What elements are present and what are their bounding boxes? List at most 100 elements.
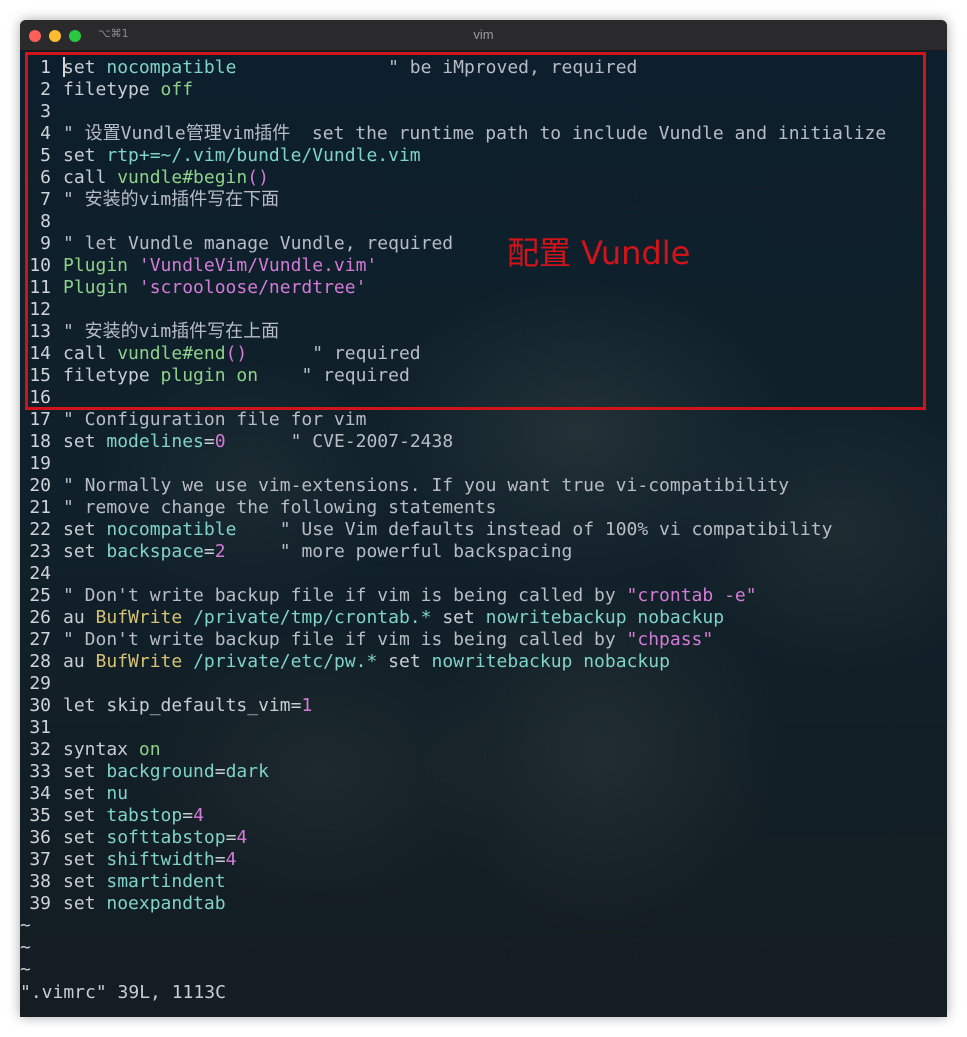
syntax-token: set [63,893,107,914]
syntax-token: set [63,871,107,892]
vundle-config-highlight-box [25,52,926,410]
vundle-config-annotation: 配置 Vundle [507,234,691,272]
line-text: set noexpandtab [51,893,226,915]
line-text: " Normally we use vim-extensions. If you… [51,475,789,497]
syntax-token: = [214,761,226,782]
code-line[interactable]: 24 [20,563,947,585]
line-text: " remove change the following statements [51,497,496,519]
code-line[interactable]: 35 set tabstop=4 [20,805,947,827]
line-number: 39 [29,893,51,914]
syntax-token: au [63,607,96,628]
syntax-token: set [63,761,107,782]
line-text: syntax on [51,739,161,761]
line-text [51,673,63,695]
syntax-token: 4 [236,827,248,848]
line-number: 28 [29,651,51,672]
line-number: 37 [29,849,51,870]
syntax-token: = [182,805,194,826]
syntax-token: /private/etc/pw.* [193,651,389,672]
syntax-token: nowritebackup nobackup [485,607,725,628]
syntax-token: /private/tmp/crontab.* [193,607,443,628]
syntax-token: set [388,651,432,672]
line-number: 19 [29,453,51,474]
code-line[interactable]: 28 au BufWrite /private/etc/pw.* set nowr… [20,651,947,673]
code-line[interactable]: 38 set smartindent [20,871,947,893]
line-text: set shiftwidth=4 [51,849,236,871]
syntax-token: " Normally we use vim-extensions. If you… [63,475,790,496]
code-line[interactable]: 31 [20,717,947,739]
syntax-token: = [214,849,226,870]
syntax-token: 2 [214,541,226,562]
line-number: 36 [29,827,51,848]
code-line[interactable]: 36 set softtabstop=4 [20,827,947,849]
line-text [51,453,63,475]
code-line[interactable]: 25 " Don't write backup file if vim is be… [20,585,947,607]
line-number: 23 [29,541,51,562]
syntax-token: = [203,541,215,562]
line-text: " Don't write backup file if vim is bein… [51,629,713,651]
code-line[interactable]: 26 au BufWrite /private/tmp/crontab.* set… [20,607,947,629]
line-number: 25 [29,585,51,606]
line-text [51,717,63,739]
line-number: 34 [29,783,51,804]
line-number: 21 [29,497,51,518]
syntax-token: 4 [193,805,204,826]
line-number: 35 [29,805,51,826]
window-title: vim [473,27,494,42]
code-line[interactable]: 37 set shiftwidth=4 [20,849,947,871]
code-line[interactable]: 33 set background=dark [20,761,947,783]
syntax-token: = [225,827,237,848]
line-number: 29 [29,673,51,694]
code-line[interactable]: 30 let skip_defaults_vim=1 [20,695,947,717]
code-line[interactable]: 39 set noexpandtab [20,893,947,915]
syntax-token: nu [106,783,129,804]
code-line[interactable]: 18 set modelines=0 " CVE-2007-2438 [20,431,947,453]
syntax-token: nocompatible [106,519,237,540]
empty-buffer-line: ~ [20,915,31,936]
code-line[interactable]: 17 " Configuration file for vim [20,409,947,431]
syntax-token: on [138,739,161,760]
code-line[interactable]: 19 [20,453,947,475]
syntax-token: smartindent [106,871,226,892]
code-line[interactable]: 22 set nocompatible " Use Vim defaults in… [20,519,947,541]
syntax-token: set [63,827,107,848]
code-line[interactable]: 21 " remove change the following statemen… [20,497,947,519]
syntax-token: 0 [214,431,226,452]
syntax-token: 4 [225,849,237,870]
code-line[interactable]: 29 [20,673,947,695]
title-bar[interactable]: ⌥⌘1 vim [20,20,947,51]
line-text: au BufWrite /private/etc/pw.* set nowrit… [51,651,670,673]
line-number: 26 [29,607,51,628]
syntax-token: " Configuration file for vim [63,409,367,430]
line-text: set softtabstop=4 [51,827,247,849]
code-line[interactable]: 32 syntax on [20,739,947,761]
syntax-token: nowritebackup nobackup [431,651,670,672]
line-text: " Configuration file for vim [51,409,366,431]
line-text: set background=dark [51,761,269,783]
syntax-token: shiftwidth [106,849,215,870]
syntax-token: "chpass" [626,629,714,650]
code-line[interactable]: 27 " Don't write backup file if vim is be… [20,629,947,651]
line-number: 17 [29,409,51,430]
line-text: set tabstop=4 [51,805,204,827]
line-number: 38 [29,871,51,892]
line-text: au BufWrite /private/tmp/crontab.* set n… [51,607,724,629]
syntax-token: set [63,541,107,562]
syntax-token: background [106,761,215,782]
line-number: 27 [29,629,51,650]
line-number: 20 [29,475,51,496]
syntax-token: "crontab -e" [626,585,757,606]
line-text: set modelines=0 " CVE-2007-2438 [51,431,453,453]
syntax-token: tabstop [106,805,183,826]
code-line[interactable]: 34 set nu [20,783,947,805]
line-text: set nu [51,783,128,805]
line-number: 30 [29,695,51,716]
syntax-token: set [442,607,486,628]
line-text [51,563,63,585]
code-line[interactable]: 23 set backspace=2 " more powerful backsp… [20,541,947,563]
code-line[interactable]: 20 " Normally we use vim-extensions. If y… [20,475,947,497]
syntax-token: backspace [106,541,204,562]
syntax-token: 1 [301,695,313,716]
line-text: set backspace=2 " more powerful backspac… [51,541,572,563]
line-number: 33 [29,761,51,782]
